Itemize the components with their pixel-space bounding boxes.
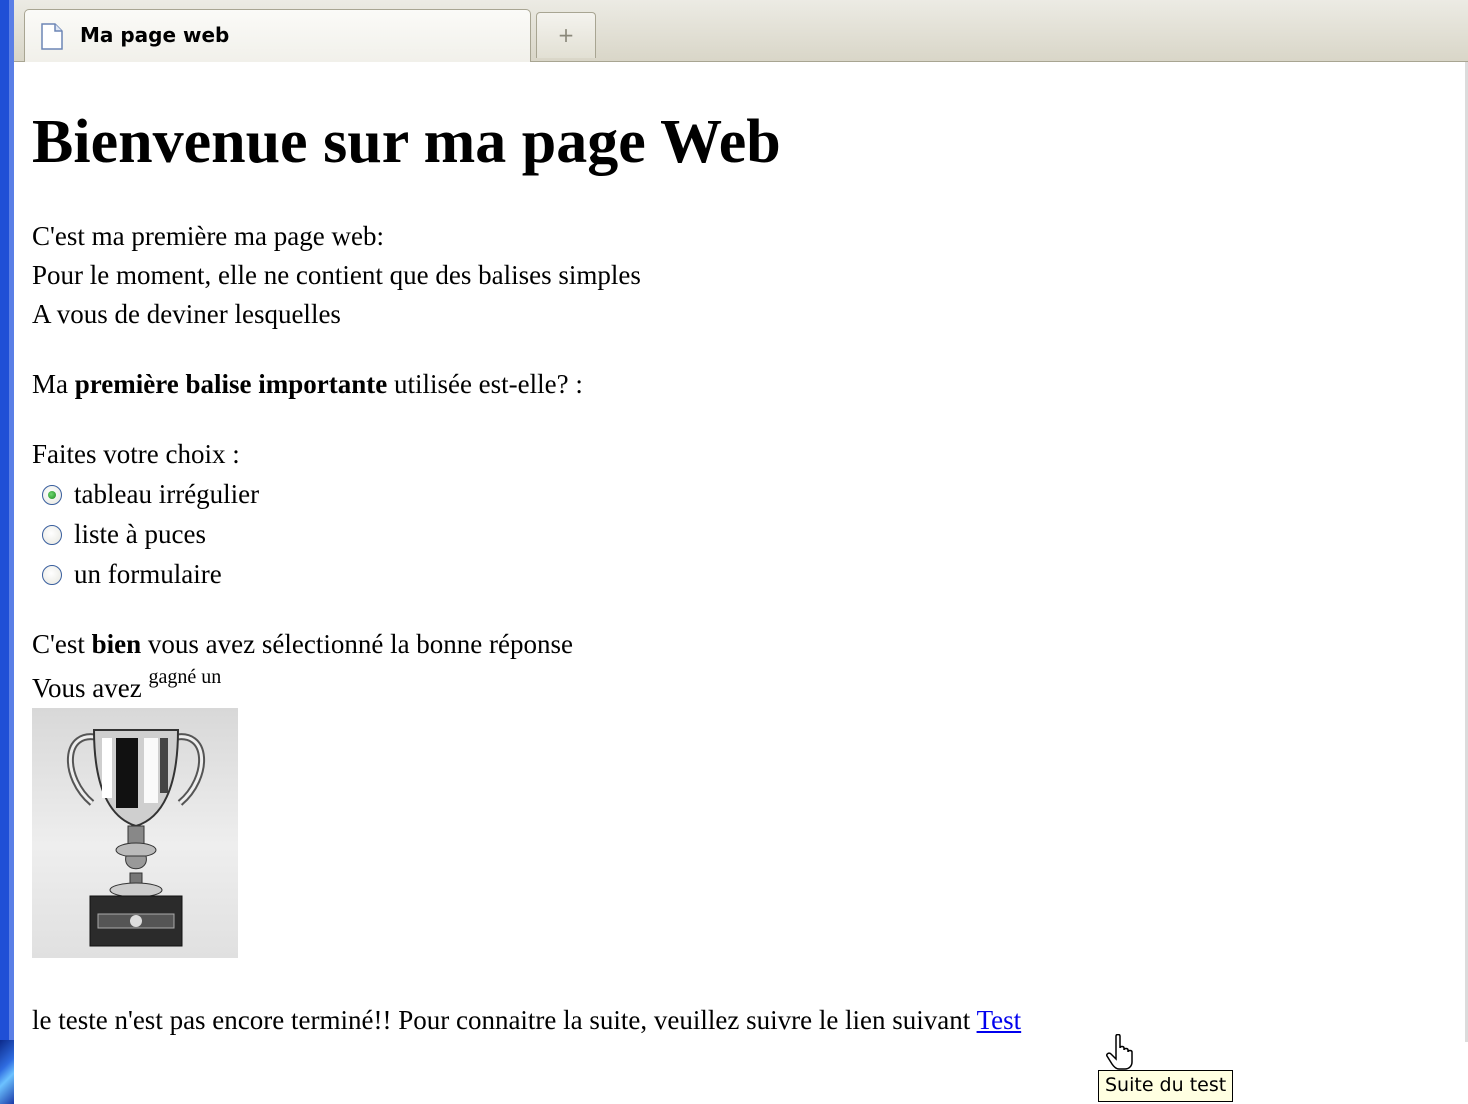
hand-cursor-icon (1106, 1034, 1133, 1070)
result-text: C'est bien vous avez sélectionné la bonn… (32, 628, 573, 660)
result-bold: bien (91, 629, 142, 659)
intro-line: Pour le moment, elle ne contient que des… (32, 260, 641, 290)
document-icon (41, 23, 63, 50)
intro-line: A vous de deviner lesquelles (32, 299, 341, 329)
radio-label: tableau irrégulier (74, 479, 260, 509)
trophy-image (32, 708, 238, 958)
new-tab-button[interactable]: + (536, 12, 596, 58)
intro-line: C'est ma première ma page web: (32, 221, 384, 251)
question-text: Ma première balise importante utilisée e… (32, 368, 583, 400)
page-heading: Bienvenue sur ma page Web (32, 108, 781, 176)
radio-label: liste à puces (74, 519, 206, 549)
question-suffix: utilisée est-elle? : (387, 369, 583, 399)
test-link[interactable]: Test (977, 1005, 1022, 1035)
trophy-icon (67, 729, 205, 947)
won-superscript: gagné un (148, 666, 222, 688)
radio-option[interactable]: tableau irrégulier (42, 478, 259, 510)
question-prefix: Ma (32, 369, 75, 399)
radio-button[interactable] (42, 565, 62, 585)
question-bold: première balise importante (74, 369, 388, 399)
result-prefix: C'est (32, 629, 92, 659)
radio-button-checked[interactable] (42, 485, 62, 505)
result-suffix: vous avez sélectionné la bonne réponse (141, 629, 573, 659)
desktop-strip (0, 0, 14, 1104)
browser-tab[interactable]: Ma page web (24, 9, 531, 62)
radio-button[interactable] (42, 525, 62, 545)
won-text: Vous avez (32, 673, 149, 703)
footer-text: le teste n'est pas encore terminé!! Pour… (32, 1004, 1021, 1036)
browser-tab-bar: Ma page web + (14, 0, 1468, 62)
footer-message: le teste n'est pas encore terminé!! Pour… (32, 1005, 977, 1035)
link-tooltip: Suite du test (1098, 1070, 1234, 1102)
radio-option[interactable]: un formulaire (42, 558, 222, 590)
choice-prompt: Faites votre choix : (32, 439, 240, 469)
radio-option[interactable]: liste à puces (42, 518, 206, 550)
desktop-corner (0, 1040, 14, 1104)
plus-icon: + (557, 23, 575, 47)
won-line: Vous avez gagné un (32, 667, 221, 704)
radio-label: un formulaire (74, 559, 222, 589)
desktop-strip-highlight (9, 0, 14, 1104)
tab-title: Ma page web (80, 23, 230, 47)
